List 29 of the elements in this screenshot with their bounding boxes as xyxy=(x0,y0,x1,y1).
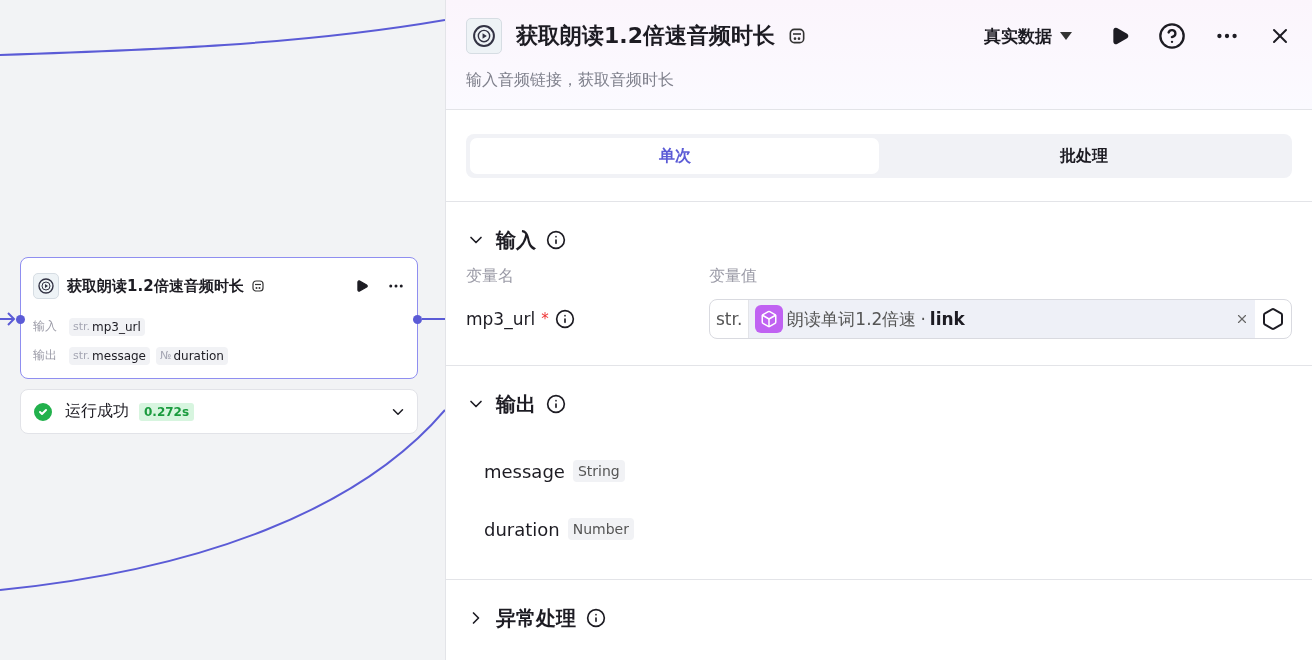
output-label: 输出 xyxy=(33,347,58,364)
variable-value-field[interactable]: str. 朗读单词1.2倍速 · link xyxy=(709,299,1292,339)
output-name: message xyxy=(484,460,565,482)
separator-dot: · xyxy=(920,309,926,329)
section-title: 异常处理 xyxy=(496,604,576,632)
status-text: 运行成功 xyxy=(65,401,129,422)
run-status-card[interactable]: 运行成功 0.272s xyxy=(20,389,418,434)
reference-source: 朗读单词1.2倍速 xyxy=(787,307,917,331)
panel-description: 输入音频链接，获取音频时长 xyxy=(466,70,675,91)
type-tag: String xyxy=(572,460,625,482)
type-tag: Number xyxy=(567,518,634,540)
required-mark-icon: * xyxy=(541,310,549,328)
section-title: 输出 xyxy=(496,390,536,418)
data-mode-dropdown[interactable]: 真实数据 xyxy=(978,23,1078,49)
reference-field: link xyxy=(929,309,965,329)
mode-tab[interactable]: 单次 xyxy=(470,138,879,175)
input-label: 输入 xyxy=(33,318,58,335)
column-header: 变量名 xyxy=(466,265,515,287)
variable-chip: № duration xyxy=(156,346,228,365)
panel-title: 获取朗读1.2倍速音频时长 xyxy=(516,22,775,50)
output-name: duration xyxy=(484,518,560,540)
section-title: 输入 xyxy=(496,226,536,254)
run-time: 0.272s xyxy=(139,402,195,421)
variable-name: mp3_url xyxy=(466,309,536,329)
node-title: 获取朗读1.2倍速音频时长 xyxy=(67,276,244,296)
column-header: 变量值 xyxy=(709,265,757,287)
mode-tab[interactable]: 批处理 xyxy=(879,138,1288,175)
variable-chip: str. mp3_url xyxy=(69,317,145,336)
variable-chip: str. message xyxy=(69,346,150,365)
